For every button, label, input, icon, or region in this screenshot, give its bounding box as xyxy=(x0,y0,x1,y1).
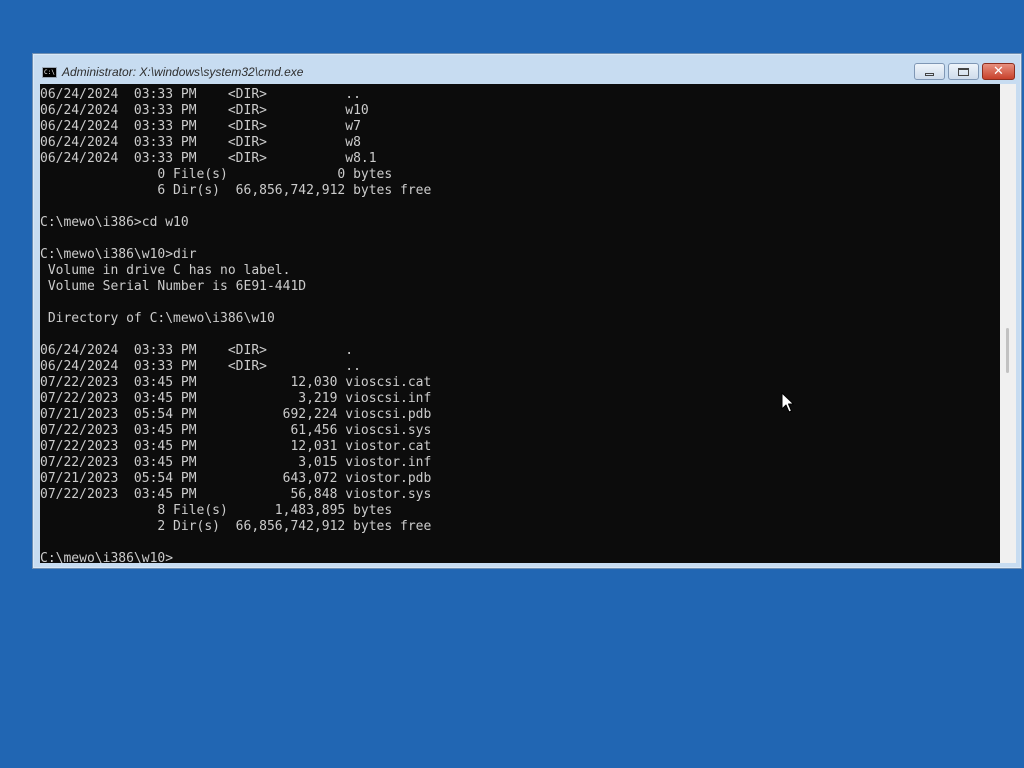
console-line: 07/22/2023 03:45 PM 56,848 viostor.sys xyxy=(40,487,432,502)
console-line: 07/21/2023 05:54 PM 692,224 vioscsi.pdb xyxy=(40,407,432,422)
window-title: Administrator: X:\windows\system32\cmd.e… xyxy=(62,65,304,79)
console-line: 06/24/2024 03:33 PM <DIR> . xyxy=(40,343,354,358)
console-line: 8 File(s) 1,483,895 bytes xyxy=(40,503,393,518)
console-line: 6 Dir(s) 66,856,742,912 bytes free xyxy=(40,183,432,198)
console-line: 06/24/2024 03:33 PM <DIR> .. xyxy=(40,87,361,102)
console-output[interactable]: 06/24/2024 03:33 PM <DIR> .. 06/24/2024 0… xyxy=(40,84,1000,563)
console-line: 07/21/2023 05:54 PM 643,072 viostor.pdb xyxy=(40,471,432,486)
cmd-window[interactable]: C:\ Administrator: X:\windows\system32\c… xyxy=(32,53,1022,569)
console-line: Volume Serial Number is 6E91-441D xyxy=(40,279,307,294)
mouse-pointer-icon xyxy=(781,392,794,413)
console-line: 06/24/2024 03:33 PM <DIR> w10 xyxy=(40,103,369,118)
minimize-button[interactable] xyxy=(914,63,945,80)
vertical-scrollbar[interactable] xyxy=(1000,84,1016,563)
console-line: 2 Dir(s) 66,856,742,912 bytes free xyxy=(40,519,432,534)
console-line: 07/22/2023 03:45 PM 12,031 viostor.cat xyxy=(40,439,432,454)
close-button[interactable]: ✕ xyxy=(982,63,1015,80)
console-line: 07/22/2023 03:45 PM 3,219 vioscsi.inf xyxy=(40,391,432,406)
close-icon: ✕ xyxy=(993,64,1004,79)
console-text: 06/24/2024 03:33 PM <DIR> .. 06/24/2024 0… xyxy=(40,87,431,563)
console-line: 06/24/2024 03:33 PM <DIR> w7 xyxy=(40,119,361,134)
scrollbar-thumb[interactable] xyxy=(1006,328,1009,373)
console-line: Volume in drive C has no label. xyxy=(40,263,291,278)
console-line: 07/22/2023 03:45 PM 12,030 vioscsi.cat xyxy=(40,375,432,390)
console-line: Directory of C:\mewo\i386\w10 xyxy=(40,311,275,326)
console-line: 0 File(s) 0 bytes xyxy=(40,167,393,182)
console-line: C:\mewo\i386\w10>dir xyxy=(40,247,197,262)
maximize-icon xyxy=(958,67,969,76)
console-app-icon: C:\ xyxy=(42,67,57,78)
console-line: 07/22/2023 03:45 PM 3,015 viostor.inf xyxy=(40,455,432,470)
maximize-button[interactable] xyxy=(948,63,979,80)
console-line: 06/24/2024 03:33 PM <DIR> .. xyxy=(40,359,361,374)
title-bar[interactable]: C:\ Administrator: X:\windows\system32\c… xyxy=(33,54,1021,84)
minimize-icon xyxy=(925,72,934,76)
console-line: C:\mewo\i386>cd w10 xyxy=(40,215,189,230)
console-line: C:\mewo\i386\w10> xyxy=(40,551,174,563)
console-line: 06/24/2024 03:33 PM <DIR> w8 xyxy=(40,135,361,150)
console-line: 06/24/2024 03:33 PM <DIR> w8.1 xyxy=(40,151,377,166)
console-line: 07/22/2023 03:45 PM 61,456 vioscsi.sys xyxy=(40,423,432,438)
